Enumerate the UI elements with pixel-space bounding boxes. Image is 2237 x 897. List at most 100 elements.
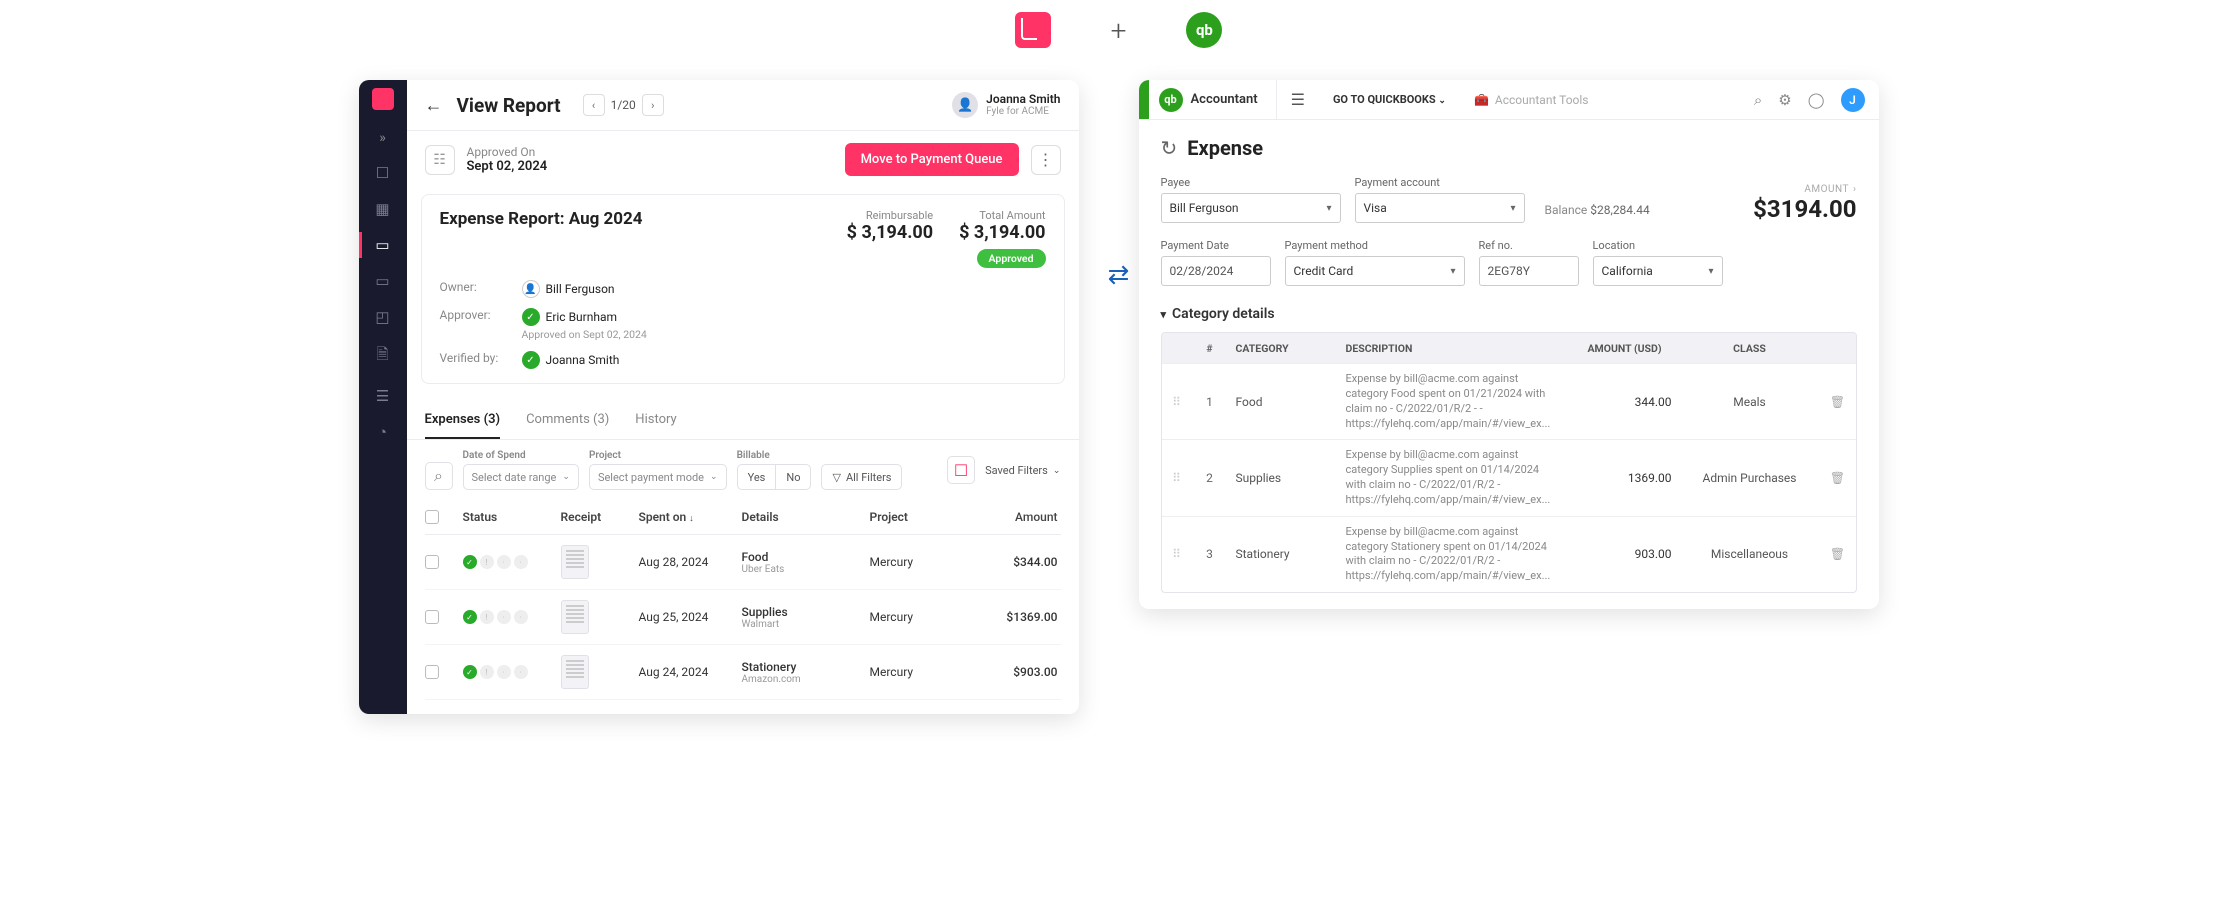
sidebar-item-list[interactable]: ☰: [359, 387, 407, 405]
payment-method-label: Payment method: [1285, 239, 1465, 252]
bookmark-button[interactable]: ☐: [947, 456, 975, 484]
payment-method-select[interactable]: Credit Card▾: [1285, 256, 1465, 286]
gear-icon[interactable]: ⚙: [1778, 91, 1791, 109]
col-amount: Amount: [968, 510, 1058, 524]
approver-value: Eric Burnham: [546, 310, 618, 324]
ref-no-label: Ref no.: [1479, 239, 1579, 252]
tab-comments[interactable]: Comments (3): [526, 402, 609, 439]
chevron-right-icon[interactable]: ›: [1853, 184, 1857, 195]
col-spent-on[interactable]: Spent on↓: [639, 510, 734, 524]
amount-label: AMOUNT›: [1753, 184, 1856, 195]
project-filter-label: Project: [589, 450, 727, 461]
user-avatar-icon: 👤: [952, 92, 978, 118]
date-range-select[interactable]: Select date range⌄: [463, 464, 579, 490]
hamburger-icon[interactable]: ☰: [1276, 80, 1319, 119]
row-status-icons: ✓ ! · ·: [463, 555, 553, 569]
row-project: Mercury: [870, 665, 960, 679]
row-amount: $1369.00: [968, 610, 1058, 624]
row-category: Food: [1228, 395, 1338, 409]
billable-yes-button[interactable]: Yes: [738, 465, 777, 489]
payment-date-input[interactable]: [1161, 256, 1271, 286]
page-title: View Report: [457, 94, 561, 117]
row-class: Admin Purchases: [1680, 471, 1820, 485]
more-menu-button[interactable]: ⋮: [1031, 145, 1061, 175]
calendar-icon: ☷: [425, 145, 455, 175]
user-badge[interactable]: 👤 Joanna Smith Fyle for ACME: [952, 92, 1060, 118]
tab-history[interactable]: History: [635, 402, 676, 439]
drag-handle-icon[interactable]: ⠿: [1162, 547, 1192, 561]
location-select[interactable]: California▾: [1593, 256, 1723, 286]
search-button[interactable]: ⌕: [425, 462, 453, 490]
receipt-thumbnail-icon[interactable]: [561, 655, 589, 689]
receipt-thumbnail-icon[interactable]: [561, 545, 589, 579]
reimbursable-value: $ 3,194.00: [847, 222, 933, 243]
row-amount: 344.00: [1570, 395, 1680, 409]
user-avatar[interactable]: J: [1841, 88, 1865, 112]
category-details-toggle[interactable]: ▾ Category details: [1161, 306, 1857, 322]
sidebar-item-reports[interactable]: ▭: [359, 236, 407, 254]
project-select[interactable]: Select payment mode⌄: [589, 464, 727, 490]
total-amount-value: $ 3,194.00: [959, 222, 1045, 243]
receipt-thumbnail-icon[interactable]: [561, 600, 589, 634]
fyle-sidebar: » ☐ ▦ ▭ ▭ ◰ 🗎 ☰ ◔: [359, 80, 407, 714]
ref-no-input[interactable]: [1479, 256, 1579, 286]
table-row[interactable]: ✓ ! · · Aug 28, 2024 FoodUber Eats Mercu…: [425, 535, 1061, 590]
tab-expenses[interactable]: Expenses (3): [425, 402, 501, 439]
qb-accountant-label: Accountant: [1191, 92, 1276, 107]
row-detail: Food: [742, 550, 862, 564]
row-detail-sub: Walmart: [742, 619, 862, 630]
row-project: Mercury: [870, 610, 960, 624]
sidebar-item-cards[interactable]: ▭: [359, 272, 407, 290]
col-amount: AMOUNT (USD): [1570, 342, 1680, 355]
sidebar-item-apps[interactable]: ▦: [359, 200, 407, 218]
delete-row-button[interactable]: 🗑: [1820, 547, 1856, 561]
sidebar-item-files[interactable]: 🗎: [359, 344, 407, 369]
sidebar-item-analytics[interactable]: ◔: [359, 423, 407, 441]
date-filter-label: Date of Spend: [463, 450, 579, 461]
delete-row-button[interactable]: 🗑: [1820, 471, 1856, 485]
status-badge: Approved: [977, 249, 1046, 268]
sidebar-item-dashboard[interactable]: ☐: [359, 164, 407, 182]
sidebar-item-wallet[interactable]: ◰: [359, 308, 407, 326]
report-summary-card: Expense Report: Aug 2024 Reimbursable $ …: [421, 194, 1065, 384]
select-all-checkbox[interactable]: [425, 510, 439, 524]
col-details: Details: [742, 510, 862, 524]
reimbursable-label: Reimbursable: [847, 209, 933, 222]
profile-icon[interactable]: ◯: [1808, 91, 1825, 109]
row-checkbox[interactable]: [425, 665, 439, 679]
table-row[interactable]: ✓ ! · · Aug 24, 2024 StationeryAmazon.co…: [425, 645, 1061, 700]
report-tabs: Expenses (3) Comments (3) History: [407, 402, 1079, 440]
payment-account-select[interactable]: Visa▾: [1355, 193, 1525, 223]
table-row[interactable]: ✓ ! · · Aug 25, 2024 SuppliesWalmart Mer…: [425, 590, 1061, 645]
fyle-logo-icon: [1015, 12, 1051, 48]
delete-row-button[interactable]: 🗑: [1820, 395, 1856, 409]
caret-down-icon: ▾: [1450, 266, 1455, 277]
row-date: Aug 24, 2024: [639, 665, 734, 679]
pager-label: 1/20: [611, 98, 636, 112]
accountant-tools-button[interactable]: 🧰Accountant Tools: [1460, 93, 1603, 107]
table-row[interactable]: ⠿ 1 Food Expense by bill@acme.com agains…: [1162, 363, 1856, 439]
sidebar-expand-icon[interactable]: »: [379, 130, 386, 146]
drag-handle-icon[interactable]: ⠿: [1162, 395, 1192, 409]
table-row[interactable]: ⠿ 2 Supplies Expense by bill@acme.com ag…: [1162, 439, 1856, 515]
move-to-payment-queue-button[interactable]: Move to Payment Queue: [845, 143, 1019, 176]
all-filters-button[interactable]: ▽All Filters: [821, 464, 902, 490]
user-name: Joanna Smith: [986, 93, 1060, 106]
back-arrow-icon[interactable]: ←: [425, 95, 443, 116]
row-checkbox[interactable]: [425, 610, 439, 624]
location-label: Location: [1593, 239, 1723, 252]
go-to-quickbooks-button[interactable]: GO TO QUICKBOOKS ⌄: [1319, 93, 1460, 106]
search-icon[interactable]: ⌕: [1754, 91, 1762, 109]
pager-prev-button[interactable]: ‹: [583, 94, 605, 116]
pager-next-button[interactable]: ›: [642, 94, 664, 116]
drag-handle-icon[interactable]: ⠿: [1162, 471, 1192, 485]
table-row[interactable]: ⠿ 3 Stationery Expense by bill@acme.com …: [1162, 516, 1856, 592]
qb-page-title: Expense: [1187, 136, 1263, 160]
row-class: Miscellaneous: [1680, 547, 1820, 561]
payee-select[interactable]: Bill Ferguson▾: [1161, 193, 1341, 223]
qb-page-header: ↻ Expense: [1161, 136, 1857, 160]
saved-filters-button[interactable]: Saved Filters⌄: [985, 464, 1060, 477]
billable-no-button[interactable]: No: [776, 465, 810, 489]
status-approved-icon: ✓: [463, 555, 477, 569]
row-checkbox[interactable]: [425, 555, 439, 569]
